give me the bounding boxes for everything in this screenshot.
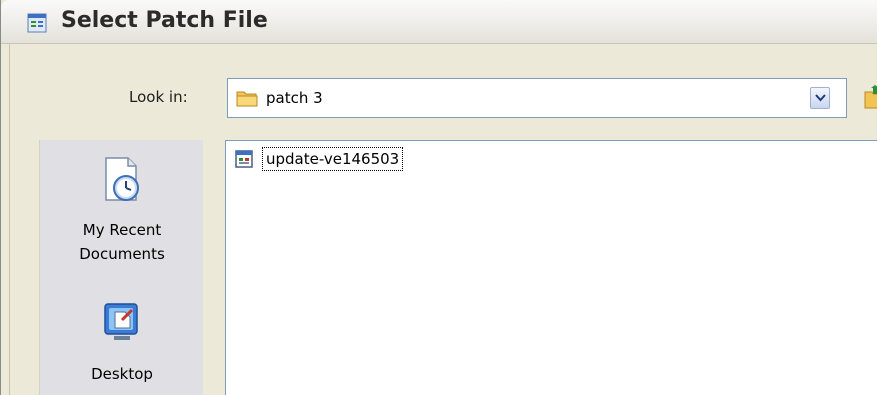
up-one-level-icon[interactable] xyxy=(863,84,877,110)
place-label: Desktop xyxy=(91,365,153,383)
patch-file-icon xyxy=(27,13,47,33)
file-name: update-ve146503 xyxy=(262,147,404,171)
dialog-title: Select Patch File xyxy=(61,8,268,33)
place-desktop[interactable]: Desktop xyxy=(40,288,204,395)
dropdown-arrow-button[interactable] xyxy=(810,87,830,109)
recent-documents-icon xyxy=(102,156,142,204)
patch-file-icon xyxy=(234,149,254,169)
place-my-recent-documents[interactable]: My Recent Documents xyxy=(40,140,204,280)
look-in-dropdown[interactable]: patch 3 xyxy=(227,78,847,118)
look-in-value: patch 3 xyxy=(266,89,323,107)
look-in-label: Look in: xyxy=(129,88,188,106)
places-bar: My Recent Documents Desktop xyxy=(39,140,203,395)
frame-edge xyxy=(9,44,10,395)
file-list[interactable]: update-ve146503 xyxy=(225,140,877,395)
place-label: My Recent Documents xyxy=(79,221,165,263)
title-bar[interactable]: Select Patch File xyxy=(1,0,877,44)
select-patch-file-dialog: Select Patch File Look in: patch 3 My Re… xyxy=(0,0,877,395)
list-item[interactable]: update-ve146503 xyxy=(230,145,404,173)
folder-icon xyxy=(236,88,258,108)
desktop-icon xyxy=(102,298,142,346)
